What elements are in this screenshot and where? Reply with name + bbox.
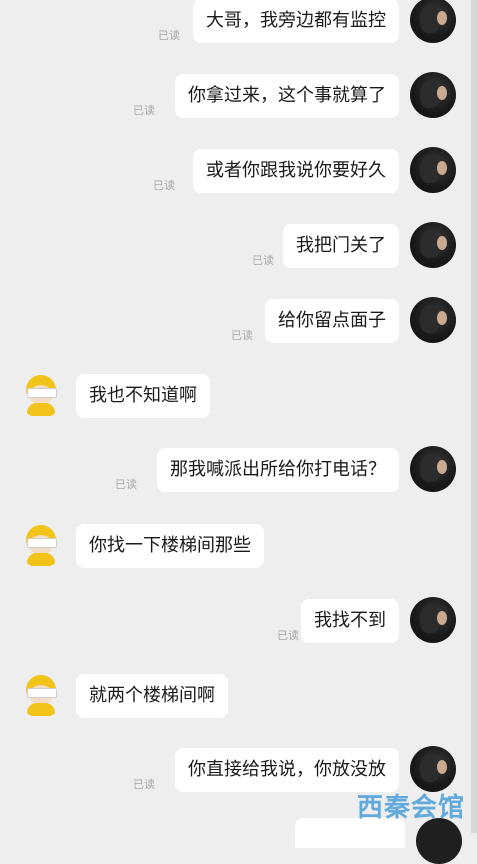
self-avatar[interactable] xyxy=(410,147,456,193)
self-avatar[interactable] xyxy=(410,746,456,792)
message-bubble[interactable]: 我找不到 xyxy=(301,599,399,643)
watermark-logo: 西秦会馆 xyxy=(356,793,465,823)
self-avatar[interactable] xyxy=(410,597,456,643)
self-avatar[interactable] xyxy=(410,297,456,343)
contact-avatar[interactable] xyxy=(18,522,64,568)
message-bubble[interactable]: 你找一下楼梯间那些 xyxy=(76,524,264,568)
message-row-sent: 已读 大哥，我旁边都有监控 xyxy=(0,0,471,47)
message-bubble[interactable]: 你直接给我说，你放没放 xyxy=(175,748,399,792)
self-avatar[interactable] xyxy=(410,446,456,492)
read-receipt: 已读 xyxy=(231,329,253,342)
message-bubble[interactable]: 就两个楼梯间啊 xyxy=(76,674,228,718)
scroll-edge xyxy=(471,0,477,833)
read-receipt: 已读 xyxy=(133,778,155,791)
contact-avatar[interactable] xyxy=(18,672,64,718)
message-bubble[interactable]: 我也不知道啊 xyxy=(76,374,210,418)
contact-avatar[interactable] xyxy=(18,372,64,418)
self-avatar[interactable] xyxy=(410,222,456,268)
read-receipt: 已读 xyxy=(277,629,299,642)
self-avatar-partial[interactable] xyxy=(416,818,462,864)
message-bubble[interactable]: 或者你跟我说你要好久 xyxy=(193,149,399,193)
message-row-sent: 已读 给你留点面子 xyxy=(0,297,471,347)
message-row-received: 你找一下楼梯间那些 xyxy=(0,522,471,572)
message-row-sent: 已读 我找不到 xyxy=(0,597,471,647)
read-receipt: 已读 xyxy=(252,254,274,267)
message-row-received: 我也不知道啊 xyxy=(0,372,471,422)
message-bubble[interactable]: 给你留点面子 xyxy=(265,299,399,343)
message-row-sent: 已读 我把门关了 xyxy=(0,222,471,272)
self-avatar[interactable] xyxy=(410,0,456,43)
message-row-received: 就两个楼梯间啊 xyxy=(0,672,471,722)
message-row-sent: 已读 那我喊派出所给你打电话？ xyxy=(0,446,471,496)
read-receipt: 已读 xyxy=(158,29,180,42)
message-bubble[interactable]: 我把门关了 xyxy=(283,224,399,268)
message-bubble[interactable]: 那我喊派出所给你打电话？ xyxy=(157,448,399,492)
message-bubble[interactable]: 大哥，我旁边都有监控 xyxy=(193,0,399,43)
message-bubble[interactable]: 你拿过来，这个事就算了 xyxy=(175,74,399,118)
read-receipt: 已读 xyxy=(115,478,137,491)
message-row-sent: 已读 你拿过来，这个事就算了 xyxy=(0,72,471,122)
message-row-sent: 已读 或者你跟我说你要好久 xyxy=(0,147,471,197)
self-avatar[interactable] xyxy=(410,72,456,118)
read-receipt: 已读 xyxy=(133,104,155,117)
read-receipt: 已读 xyxy=(153,179,175,192)
chat-conversation: 已读 大哥，我旁边都有监控 已读 你拿过来，这个事就算了 已读 或者你跟我说你要… xyxy=(0,0,477,864)
